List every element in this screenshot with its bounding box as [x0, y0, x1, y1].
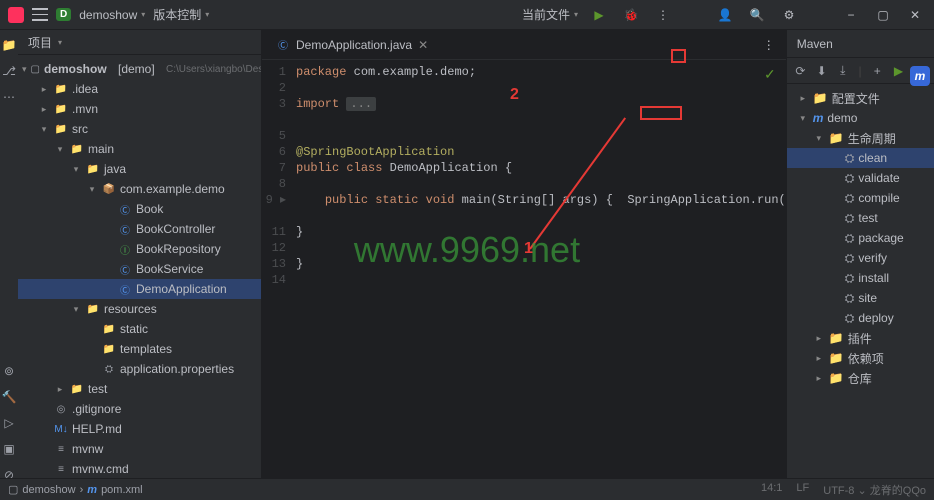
maven-title: Maven: [797, 37, 833, 51]
tree-root[interactable]: ▾▢demoshow [demo] C:\Users\xiangbo\Deskt…: [18, 59, 261, 79]
java-file-icon: Ⓒ: [276, 38, 290, 52]
project-panel-header: 项目 ▾: [18, 30, 261, 55]
root-name: demoshow: [44, 62, 107, 76]
mv-dependencies[interactable]: ▸📁依赖项: [787, 348, 934, 368]
services-tool-icon[interactable]: ⊚: [0, 362, 18, 380]
mv-plugins[interactable]: ▸📁插件: [787, 328, 934, 348]
tree-static[interactable]: 📁static: [18, 319, 261, 339]
debug-icon[interactable]: 🐞: [620, 4, 642, 26]
code-content[interactable]: package com.example.demo; import ... @Sp…: [292, 60, 786, 492]
panel-title: 项目: [28, 34, 52, 51]
settings-icon[interactable]: ⚙: [778, 4, 800, 26]
project-name: demoshow: [79, 8, 137, 22]
tree-pkg[interactable]: ▾📦com.example.demo: [18, 179, 261, 199]
tree-props[interactable]: ⛭application.properties: [18, 359, 261, 379]
tree-repo[interactable]: ⒾBookRepository: [18, 239, 261, 259]
mv-site[interactable]: ⛭site: [787, 288, 934, 308]
search-icon[interactable]: 🔍: [746, 4, 768, 26]
tree-app[interactable]: ⒸDemoApplication: [18, 279, 261, 299]
run-tool-icon[interactable]: ▷: [0, 414, 18, 432]
add-icon[interactable]: +: [872, 62, 883, 80]
download-icon[interactable]: ⤓: [837, 62, 848, 80]
mv-profiles[interactable]: ▸📁配置文件: [787, 88, 934, 108]
maven-panel: Maven ⋮ − ⟳ ⬇ ⤓ | + ▶ ⧉ ☁ ⊘ ⧉ ⤡ | ⚲ | ⛭ …: [786, 30, 934, 492]
breadcrumb-file[interactable]: pom.xml: [101, 484, 143, 496]
tree-test[interactable]: ▸📁test: [18, 379, 261, 399]
close-icon[interactable]: ✕: [904, 4, 926, 26]
tree-controller[interactable]: ⒸBookController: [18, 219, 261, 239]
vcs-label: 版本控制: [153, 6, 201, 23]
mv-demo[interactable]: ▾mdemo: [787, 108, 934, 128]
run-config-dropdown[interactable]: 当前文件▾: [522, 6, 578, 23]
reload-icon[interactable]: ⟳: [795, 62, 806, 80]
tree-mvnwcmd[interactable]: ≡mvnw.cmd: [18, 459, 261, 479]
root-path: C:\Users\xiangbo\Desktop\springboot\demo…: [166, 64, 261, 75]
tree-main[interactable]: ▾📁main: [18, 139, 261, 159]
line-sep[interactable]: LF: [796, 482, 809, 498]
tree-book[interactable]: ⒸBook: [18, 199, 261, 219]
mv-validate[interactable]: ⛭validate: [787, 168, 934, 188]
tab-actions-icon[interactable]: ⋮: [758, 34, 780, 56]
mv-compile[interactable]: ⛭compile: [787, 188, 934, 208]
maven-tree[interactable]: ▸📁配置文件 ▾mdemo ▾📁生命周期 ⛭clean ⛭validate ⛭c…: [787, 84, 934, 392]
titlebar: D demoshow▾ 版本控制▾ 当前文件▾ ▶ 🐞 ⋮ 👤 🔍 ⚙ − ▢ …: [0, 0, 934, 30]
minimize-icon[interactable]: −: [840, 4, 862, 26]
mv-repos[interactable]: ▸📁仓库: [787, 368, 934, 388]
generate-icon[interactable]: ⬇: [816, 62, 827, 80]
breadcrumb-project[interactable]: demoshow: [22, 484, 75, 496]
build-tool-icon[interactable]: 🔨: [0, 388, 18, 406]
project-tool-icon[interactable]: 📁: [0, 36, 18, 54]
editor-tabs: Ⓒ DemoApplication.java ✕ ⋮: [262, 30, 786, 60]
editor-area: Ⓒ DemoApplication.java ✕ ⋮ ✓ 123 56789 ▸…: [262, 30, 786, 492]
caret-pos[interactable]: 14:1: [761, 482, 782, 498]
commit-tool-icon[interactable]: ⎇: [0, 62, 18, 80]
tab-close-icon[interactable]: ✕: [418, 38, 428, 52]
tree-mvn[interactable]: ▸📁.mvn: [18, 99, 261, 119]
mv-deploy[interactable]: ⛭deploy: [787, 308, 934, 328]
tree-java[interactable]: ▾📁java: [18, 159, 261, 179]
breadcrumb-sep: ▢: [8, 483, 18, 496]
tree-service[interactable]: ⒸBookService: [18, 259, 261, 279]
project-badge: D: [56, 8, 71, 21]
left-toolbar: 📁 ⎇ ⋯ ⊚ 🔨 ▷ ▣ ⊘: [0, 30, 18, 492]
vcs-dropdown[interactable]: 版本控制▾: [153, 6, 209, 23]
mv-package[interactable]: ⛭package: [787, 228, 934, 248]
project-dropdown[interactable]: demoshow▾: [79, 8, 145, 22]
mv-clean[interactable]: ⛭clean: [787, 148, 934, 168]
main-menu-icon[interactable]: [32, 7, 48, 23]
tree-idea[interactable]: ▸📁.idea: [18, 79, 261, 99]
run-maven-icon[interactable]: ▶: [893, 62, 904, 80]
terminal-tool-icon[interactable]: ▣: [0, 440, 18, 458]
project-tree[interactable]: ▾▢demoshow [demo] C:\Users\xiangbo\Deskt…: [18, 55, 261, 492]
tab-demoapplication[interactable]: Ⓒ DemoApplication.java ✕: [268, 30, 436, 59]
gutter: 123 56789 ▸ 11121314: [262, 60, 292, 492]
status-extra[interactable]: UTF-8 ⌄ 龙脊的QQo: [823, 482, 926, 498]
run-icon[interactable]: ▶: [588, 4, 610, 26]
status-bar: ▢ demoshow › m pom.xml 14:1 LF UTF-8 ⌄ 龙…: [0, 478, 934, 500]
root-tag: [demo]: [118, 62, 155, 76]
tree-resources[interactable]: ▾📁resources: [18, 299, 261, 319]
tree-help[interactable]: M↓HELP.md: [18, 419, 261, 439]
project-panel: 项目 ▾ ▾▢demoshow [demo] C:\Users\xiangbo\…: [18, 30, 262, 492]
run-config-label: 当前文件: [522, 6, 570, 23]
mv-install[interactable]: ⛭install: [787, 268, 934, 288]
tree-mvnw[interactable]: ≡mvnw: [18, 439, 261, 459]
maven-tool-badge-icon[interactable]: m: [910, 66, 930, 86]
tree-gitignore[interactable]: ◎.gitignore: [18, 399, 261, 419]
more-tool-icon[interactable]: ⋯: [0, 88, 18, 106]
restore-icon[interactable]: ▢: [872, 4, 894, 26]
mv-lifecycle[interactable]: ▾📁生命周期: [787, 128, 934, 148]
maven-panel-header: Maven ⋮ −: [787, 30, 934, 58]
code-with-me-icon[interactable]: 👤: [714, 4, 736, 26]
mv-test[interactable]: ⛭test: [787, 208, 934, 228]
tab-label: DemoApplication.java: [296, 38, 412, 52]
inspection-ok-icon: ✓: [764, 66, 776, 83]
ide-logo-icon: [8, 7, 24, 23]
tree-templates[interactable]: 📁templates: [18, 339, 261, 359]
mv-verify[interactable]: ⛭verify: [787, 248, 934, 268]
tree-src[interactable]: ▾📁src: [18, 119, 261, 139]
editor-body[interactable]: ✓ 123 56789 ▸ 11121314 package com.examp…: [262, 60, 786, 492]
more-actions-icon[interactable]: ⋮: [652, 4, 674, 26]
